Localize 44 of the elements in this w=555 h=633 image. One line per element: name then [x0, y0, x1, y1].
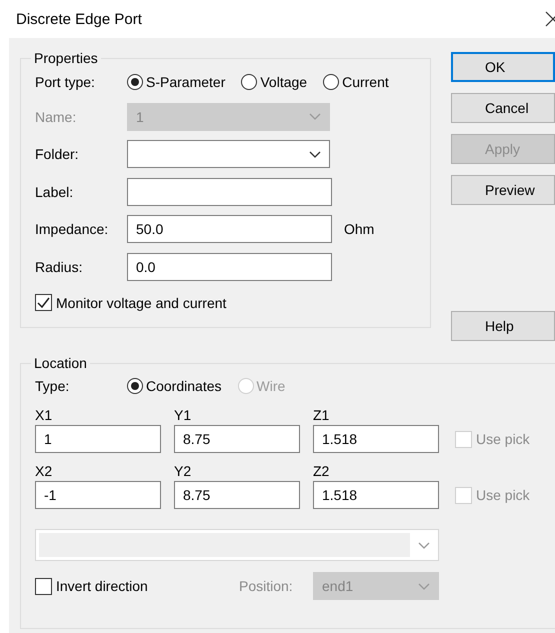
- chevron-down-icon: [418, 542, 430, 548]
- radio-option[interactable]: Coordinates: [127, 378, 222, 394]
- field-label: Impedance:: [35, 221, 110, 238]
- coordinate-label: X1: [35, 407, 54, 423]
- input-field[interactable]: 8.75: [174, 425, 300, 453]
- input-field[interactable]: 1.518: [313, 425, 439, 453]
- help-button[interactable]: Help: [451, 311, 555, 341]
- input-field[interactable]: 8.75: [174, 481, 300, 509]
- group-title: Properties: [33, 50, 99, 66]
- coordinate-label: Z1: [313, 407, 330, 423]
- window-title: Discrete Edge Port: [16, 10, 142, 28]
- coordinate-label: Z2: [313, 463, 330, 479]
- dropdown[interactable]: [127, 140, 330, 168]
- input-field[interactable]: [127, 178, 332, 206]
- group-title: Location: [33, 355, 88, 371]
- input-field[interactable]: 1: [35, 425, 161, 453]
- monitor-checkbox[interactable]: Monitor voltage and current: [35, 294, 226, 311]
- dialog-button[interactable]: Preview: [451, 175, 555, 205]
- input-field[interactable]: 50.0: [127, 215, 332, 244]
- input-field[interactable]: 1.518: [313, 481, 439, 509]
- unit-label: Ohm: [344, 221, 374, 238]
- field-label: Radius:: [35, 258, 84, 275]
- dialog-button[interactable]: Cancel: [451, 93, 555, 123]
- checkmark-icon: [37, 297, 50, 308]
- radio-option[interactable]: Current: [323, 74, 389, 90]
- coordinate-label: Y1: [174, 407, 192, 423]
- radio-option[interactable]: S-Parameter: [127, 74, 226, 90]
- chevron-down-icon: [418, 582, 430, 590]
- radio-option[interactable]: Voltage: [241, 74, 308, 90]
- coordinate-label: Y2: [174, 463, 192, 479]
- field-label: Name:: [35, 108, 78, 125]
- field-label: Label:: [35, 184, 74, 200]
- chevron-down-icon: [309, 150, 321, 158]
- coordinate-label: X2: [35, 463, 54, 479]
- dialog-button[interactable]: OK: [451, 52, 555, 82]
- input-field[interactable]: 0.0: [127, 252, 332, 281]
- input-field[interactable]: -1: [35, 481, 161, 509]
- close-icon[interactable]: [545, 11, 555, 27]
- chevron-down-icon: [309, 113, 321, 120]
- invert-checkbox[interactable]: Invert direction: [35, 578, 239, 594]
- field-label: Position:: [239, 578, 294, 594]
- field-label: Folder:: [35, 146, 80, 162]
- field-label: Type:: [35, 378, 70, 394]
- field-label: Port type:: [35, 74, 96, 90]
